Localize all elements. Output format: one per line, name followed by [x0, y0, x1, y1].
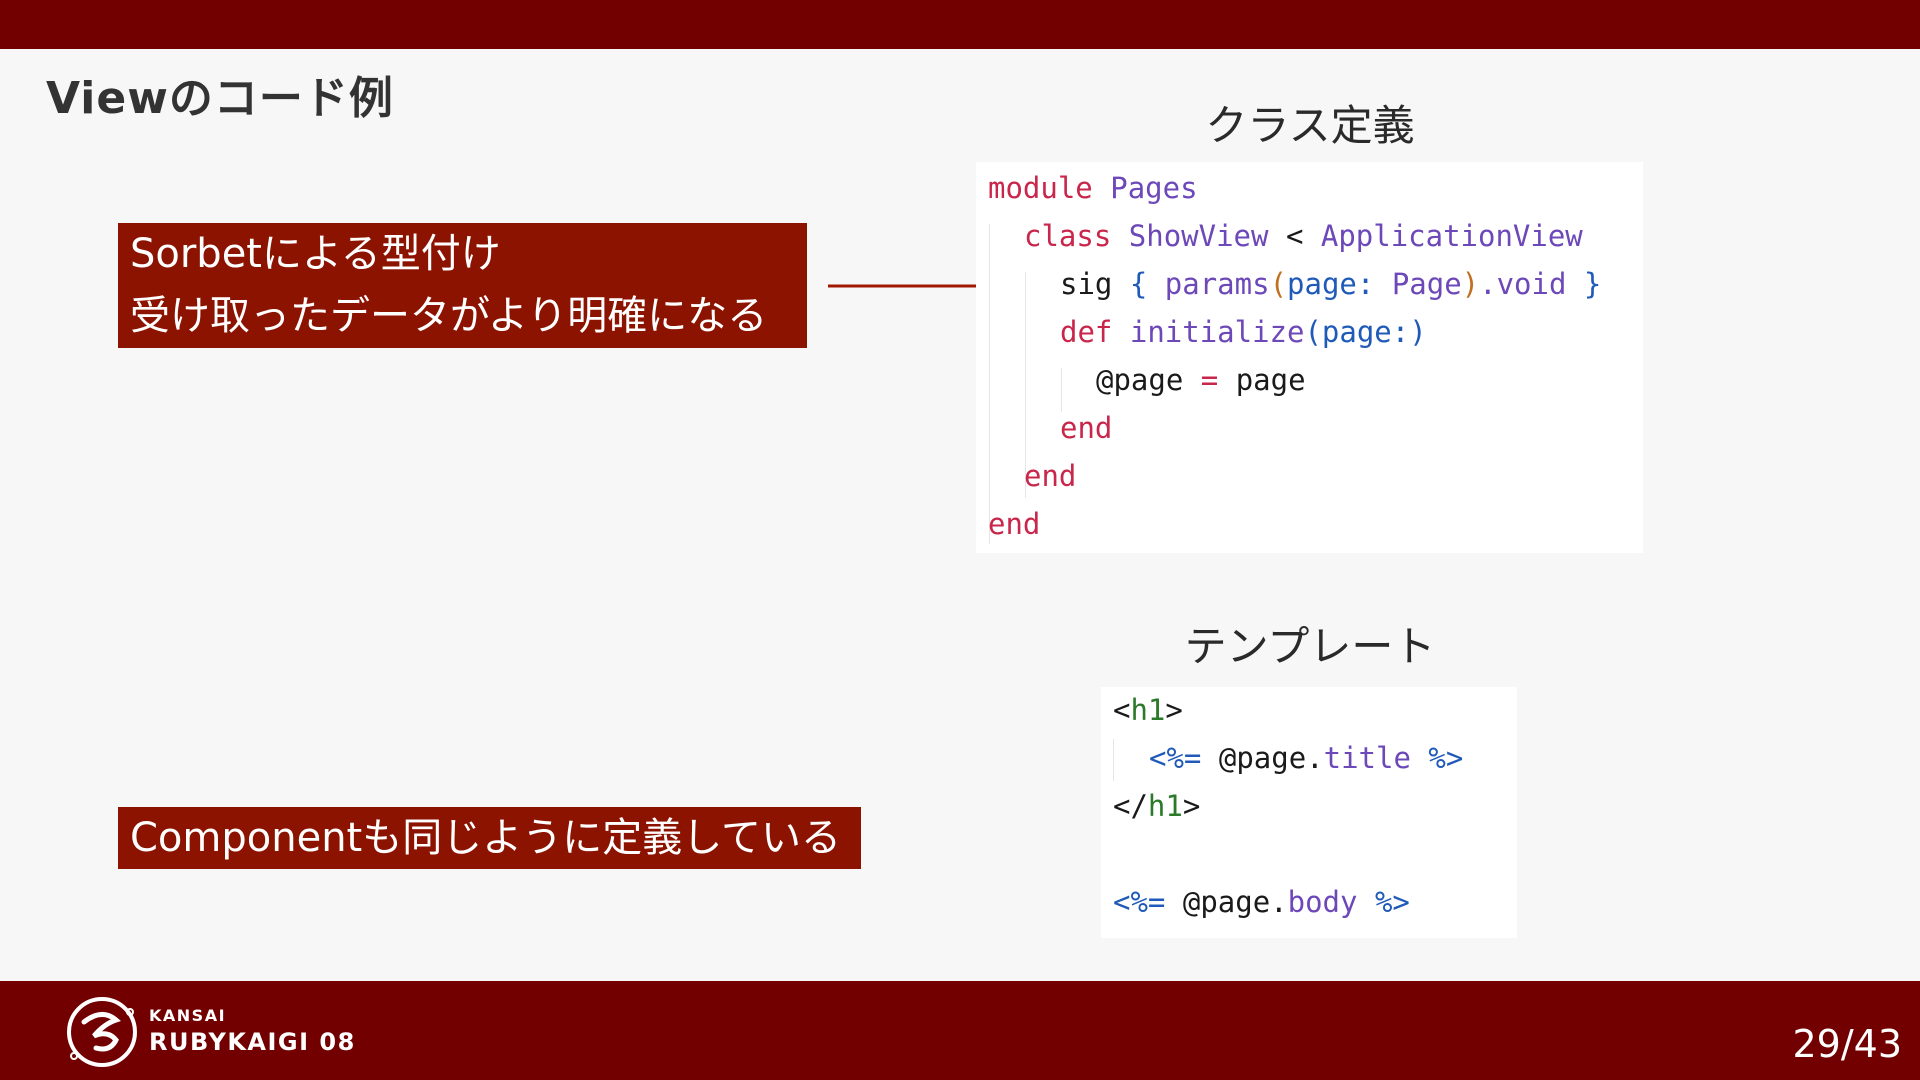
sorbet-callout-line-1: Sorbetによる型付け — [130, 231, 501, 277]
slide-title: Viewのコード例 — [46, 73, 394, 124]
code-line: def initialize(page:) — [1060, 315, 1427, 349]
brand-kansai: KANSAI — [149, 1006, 227, 1025]
code-line: @page = page — [1096, 363, 1306, 397]
code-line: <h1> — [1113, 693, 1183, 727]
class-code-block: module Pages class ShowView < Applicatio… — [976, 162, 1643, 553]
code-line: end — [988, 507, 1041, 541]
code-line: <%= @page.title %> — [1149, 741, 1464, 775]
code-line: </h1> — [1113, 789, 1201, 823]
indent-guide — [989, 224, 990, 544]
rubykaigi-logo-icon — [67, 997, 137, 1067]
sorbet-callout-line-2: 受け取ったデータがより明確になる — [130, 293, 768, 339]
code-line: end — [1024, 459, 1077, 493]
code-line: class ShowView < ApplicationView — [1024, 219, 1583, 253]
code-line: end — [1060, 411, 1113, 445]
sorbet-callout: Sorbetによる型付け 受け取ったデータがより明確になる — [118, 223, 807, 348]
template-code-block: <h1> <%= @page.title %> </h1> <%= @page.… — [1101, 687, 1517, 938]
indent-guide — [1113, 739, 1114, 781]
code-line: <%= @page.body %> — [1113, 885, 1410, 919]
class-definition-caption: クラス定義 — [1205, 101, 1415, 150]
template-caption: テンプレート — [1184, 622, 1436, 671]
page-number: 29/43 — [1792, 1022, 1902, 1066]
top-bar — [0, 0, 1920, 49]
brand-rubykaigi: RUBYKAIGI 08 — [149, 1028, 356, 1056]
code-line: module Pages — [988, 171, 1198, 205]
code-line: sig { params(page: Page).void } — [1060, 267, 1602, 301]
component-callout: Componentも同じように定義している — [118, 807, 861, 869]
